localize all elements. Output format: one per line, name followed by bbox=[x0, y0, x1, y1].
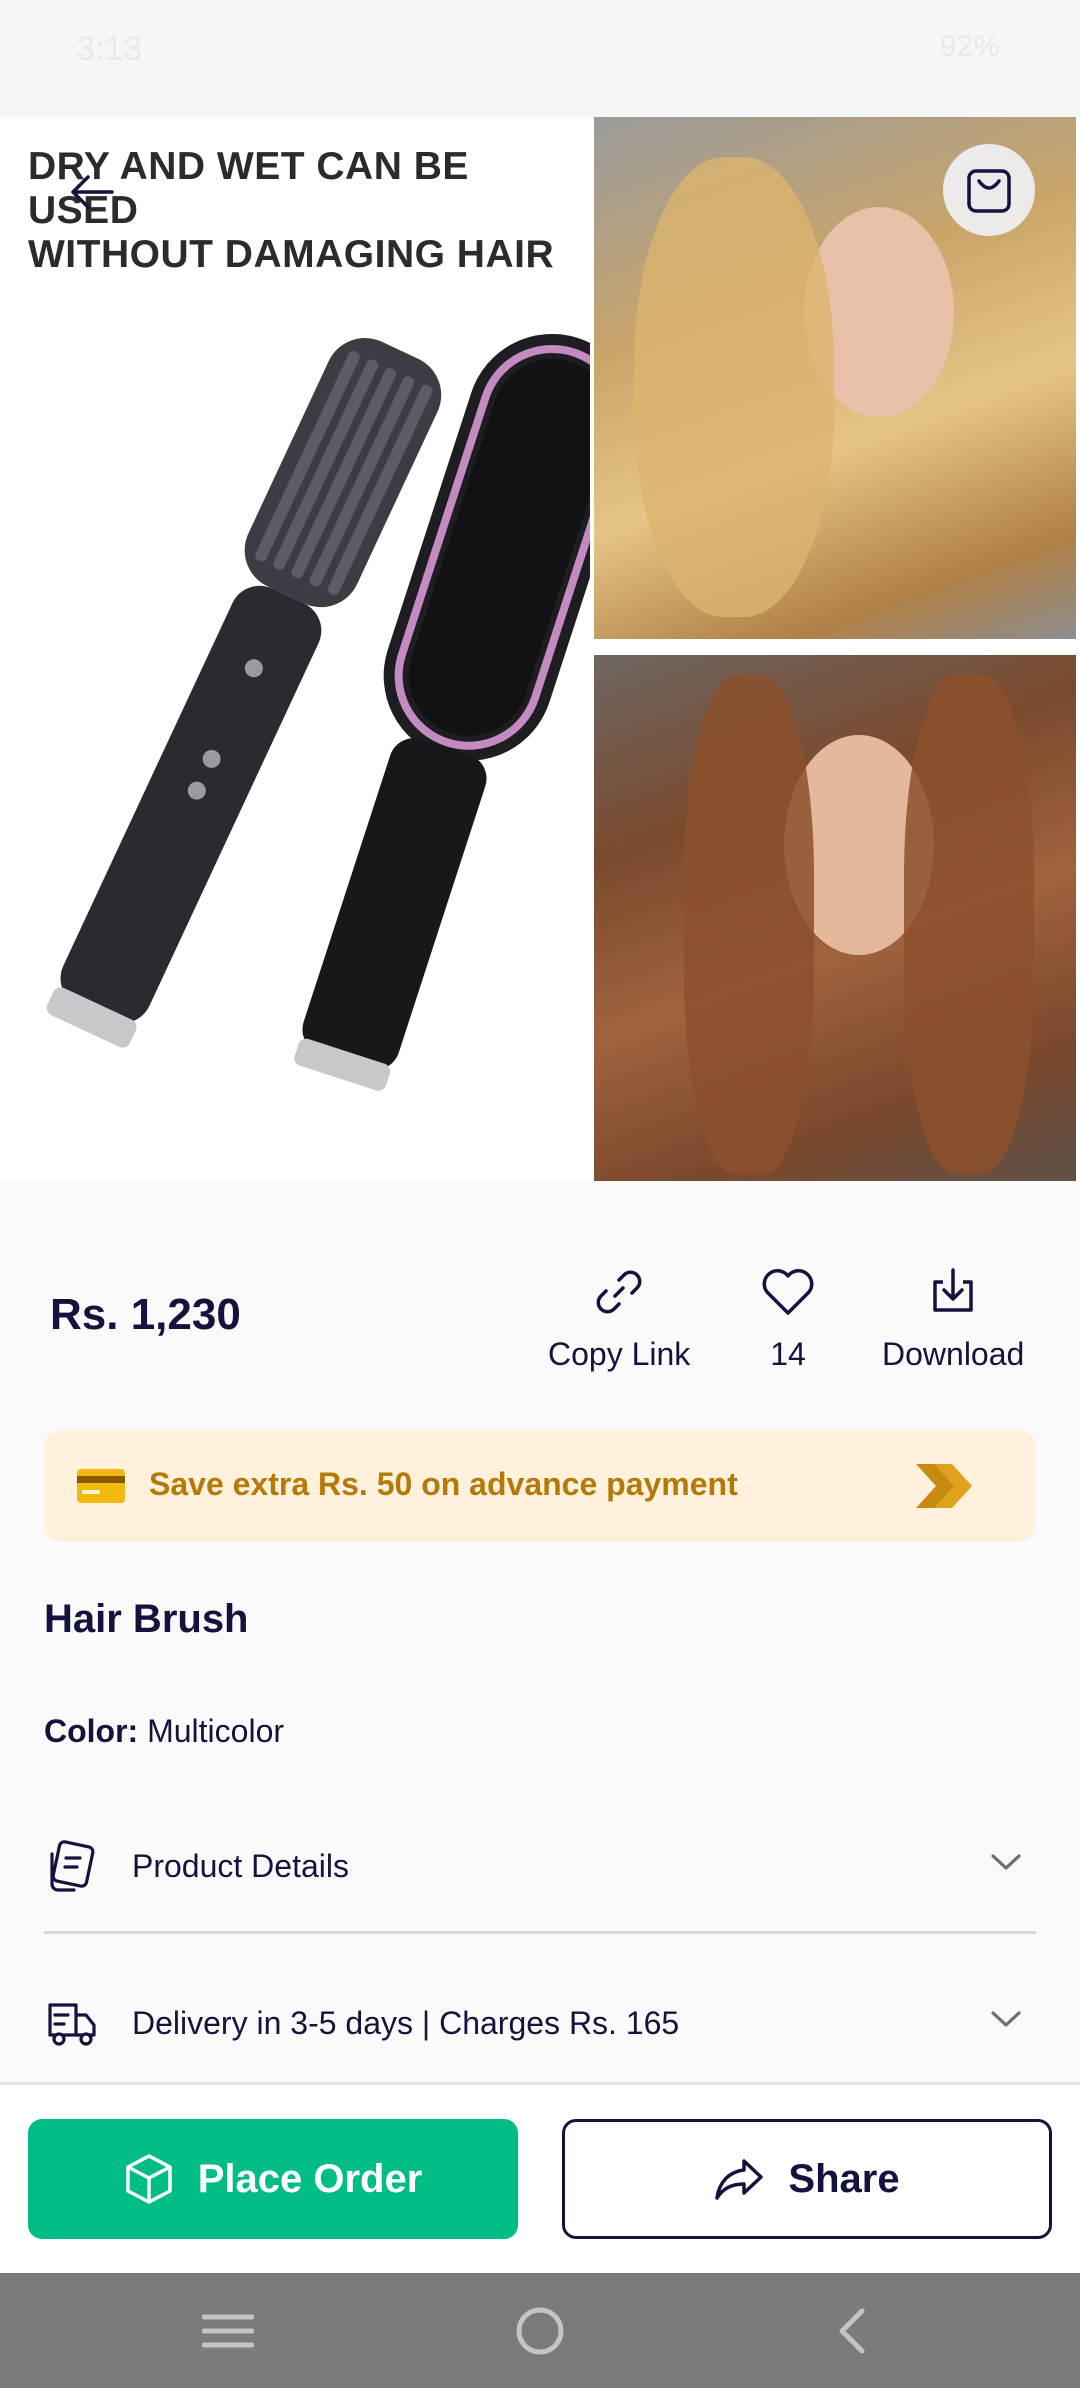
share-label: Share bbox=[788, 2156, 900, 2201]
download-label: Download bbox=[882, 1336, 1025, 1372]
chevron-left-icon bbox=[839, 2308, 865, 2354]
share-arrow-icon bbox=[715, 2159, 764, 2200]
place-order-button[interactable]: Place Order bbox=[28, 2119, 518, 2239]
product-details-row[interactable]: Product Details bbox=[44, 1822, 1036, 1912]
battery-level: 92% bbox=[939, 30, 1000, 63]
delivery-label: Delivery in 3-5 days | Charges Rs. 165 bbox=[132, 2005, 680, 2041]
chevron-down-icon bbox=[991, 2011, 1021, 2027]
shopping-bag-icon bbox=[967, 169, 1011, 213]
product-name: Hair Brush bbox=[44, 1597, 249, 1641]
document-icon bbox=[50, 1840, 95, 1892]
product-details-label: Product Details bbox=[132, 1848, 349, 1884]
delivery-row[interactable]: Delivery in 3-5 days | Charges Rs. 165 bbox=[44, 1979, 1036, 2069]
divider bbox=[44, 1931, 1036, 1934]
bottom-action-bar: Place Order Share bbox=[0, 2085, 1080, 2273]
delivery-truck-icon bbox=[48, 2003, 96, 2046]
product-image-gallery[interactable]: DRY AND WET CAN BE USED WITHOUT DAMAGING… bbox=[0, 117, 1080, 1181]
status-time: 3:13 bbox=[76, 30, 143, 68]
like-button[interactable]: 14 bbox=[760, 1262, 816, 1373]
promo-text: Save extra Rs. 50 on advance payment bbox=[149, 1466, 738, 1502]
home-circle-icon bbox=[516, 2307, 564, 2355]
place-order-label: Place Order bbox=[197, 2156, 423, 2201]
color-value: Multicolor bbox=[147, 1713, 285, 1749]
chevron-down-icon bbox=[991, 1854, 1021, 1870]
download-icon bbox=[933, 1268, 973, 1312]
home-button[interactable] bbox=[510, 2301, 570, 2361]
share-button[interactable]: Share bbox=[562, 2119, 1052, 2239]
advance-payment-banner[interactable]: Save extra Rs. 50 on advance payment bbox=[44, 1430, 1036, 1542]
box-icon bbox=[125, 2154, 172, 2204]
credit-card-icon bbox=[77, 1469, 125, 1503]
color-label: Color: bbox=[44, 1713, 139, 1749]
product-price: Rs. 1,230 bbox=[50, 1290, 241, 1339]
copy-link-label: Copy Link bbox=[548, 1336, 691, 1372]
system-back-button[interactable] bbox=[822, 2301, 882, 2361]
arrow-left-icon bbox=[71, 175, 114, 209]
cart-button[interactable] bbox=[943, 144, 1035, 236]
link-icon bbox=[596, 1270, 642, 1314]
recent-apps-button[interactable] bbox=[198, 2301, 258, 2361]
hair-brush-image bbox=[46, 333, 590, 1091]
model-photo-straight bbox=[594, 655, 1076, 1181]
double-chevron-right-icon bbox=[916, 1464, 972, 1508]
like-count: 14 bbox=[770, 1336, 806, 1372]
copy-link-button[interactable]: Copy Link bbox=[548, 1262, 690, 1373]
back-button[interactable] bbox=[62, 162, 122, 222]
color-row: Color: Multicolor bbox=[44, 1713, 284, 1750]
system-nav-bar bbox=[0, 2273, 1080, 2388]
heart-icon bbox=[762, 1269, 814, 1315]
download-button[interactable]: Download bbox=[882, 1262, 1024, 1373]
menu-lines-icon bbox=[202, 2314, 254, 2348]
status-bar: 3:13 92% bbox=[0, 0, 1080, 117]
